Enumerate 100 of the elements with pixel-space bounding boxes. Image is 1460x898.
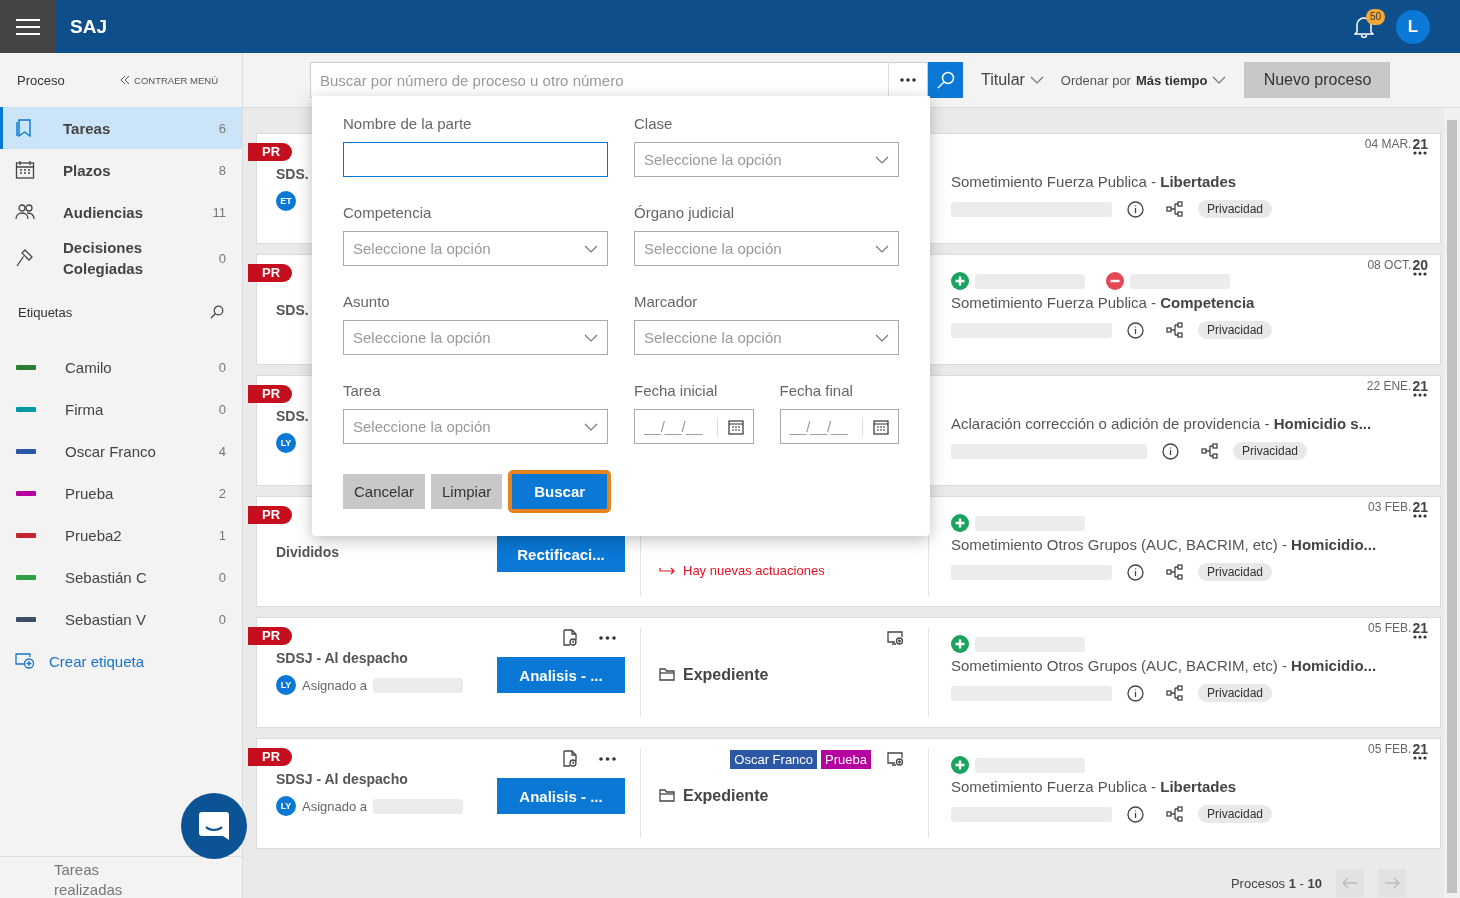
task-button[interactable]: Analisis - ... xyxy=(497,657,625,693)
form-button[interactable]: Cancelar xyxy=(343,474,426,509)
year-text: 21 xyxy=(1412,621,1428,635)
tag-item[interactable]: Sebastián C 0 xyxy=(0,556,242,598)
text-input[interactable] xyxy=(343,142,608,177)
hierarchy-icon[interactable] xyxy=(1166,322,1184,338)
expediente-link[interactable]: Expediente xyxy=(683,786,769,805)
info-icon[interactable] xyxy=(1162,442,1179,460)
plus-circle-icon xyxy=(951,635,969,653)
pr-ribbon: PR xyxy=(248,385,293,403)
task-button[interactable]: Rectificaci... xyxy=(497,536,625,572)
chevron-down-icon xyxy=(584,422,598,431)
process-title: SDS. xyxy=(276,166,309,182)
scrollbar[interactable] xyxy=(1444,108,1460,898)
more-icon[interactable] xyxy=(1413,151,1428,155)
form-button[interactable]: Limpiar xyxy=(431,474,503,509)
owner-filter-dropdown[interactable]: Titular xyxy=(981,71,1044,89)
form-button[interactable]: Buscar xyxy=(508,470,612,513)
plus-circle-icon xyxy=(951,272,969,290)
arrow-right-icon xyxy=(1384,877,1400,889)
search-field[interactable]: Buscar por número de proceso u otro número xyxy=(310,62,888,98)
search-icon xyxy=(936,71,955,89)
more-icon[interactable] xyxy=(599,756,616,761)
info-icon[interactable] xyxy=(1127,321,1144,339)
arrow-left-icon xyxy=(1342,877,1358,889)
field-label: Nombre de la parte xyxy=(343,114,473,134)
more-icon[interactable] xyxy=(1413,272,1428,276)
info-icon[interactable] xyxy=(1127,805,1144,823)
tag-item[interactable]: Prueba2 1 xyxy=(0,514,242,556)
hierarchy-icon[interactable] xyxy=(1166,685,1184,701)
privacy-tag[interactable]: Privacidad xyxy=(1198,805,1273,823)
process-description: Aclaración corrección o adición de providencia - Homicidio s... xyxy=(951,414,1373,434)
alert-text[interactable]: Hay nuevas actuaciones xyxy=(683,563,825,578)
date-text: 05 FEB. xyxy=(1368,742,1412,758)
sidebar-item[interactable]: Decisiones Colegiadas 0 xyxy=(0,233,242,283)
notification-count: 50 xyxy=(1366,8,1386,25)
double-chevron-icon xyxy=(121,76,131,84)
assigned-label: Asignado a xyxy=(302,798,368,814)
document-clock-icon[interactable] xyxy=(563,629,577,646)
new-process-button[interactable]: Nuevo proceso xyxy=(1244,62,1391,98)
more-icon[interactable] xyxy=(1413,514,1428,518)
privacy-tag[interactable]: Privacidad xyxy=(1198,684,1273,702)
monitor-add-icon[interactable] xyxy=(887,752,904,766)
sort-dropdown[interactable]: Ordenar por Más tiempo xyxy=(1060,72,1227,88)
completed-tasks-link[interactable]: Tareas realizadas xyxy=(54,860,134,898)
collapse-menu-link[interactable]: CONTRAER MENÚ xyxy=(121,74,218,86)
monitor-add-icon[interactable] xyxy=(887,631,904,645)
tag-item[interactable]: Sebastian V 0 xyxy=(0,598,242,640)
process-title: SDS. xyxy=(276,301,309,318)
more-icon[interactable] xyxy=(1413,756,1428,760)
pr-ribbon: PR xyxy=(248,143,293,161)
pr-ribbon: PR xyxy=(248,264,293,282)
chevron-down-icon xyxy=(1212,76,1227,84)
privacy-tag[interactable]: Privacidad xyxy=(1233,442,1308,460)
info-icon[interactable] xyxy=(1127,563,1144,581)
pr-ribbon: PR xyxy=(248,627,293,645)
assigned-label: Asignado a xyxy=(302,677,368,693)
date-text: 22 ENE. xyxy=(1366,379,1412,395)
document-clock-icon[interactable] xyxy=(563,750,577,767)
sidebar-item[interactable]: Tareas 6 xyxy=(0,107,242,149)
more-icon[interactable] xyxy=(1413,635,1428,639)
expediente-link[interactable]: Expediente xyxy=(683,665,769,684)
date-text: 04 MAR. xyxy=(1364,137,1412,153)
info-icon[interactable] xyxy=(1127,684,1144,702)
more-icon[interactable] xyxy=(1413,393,1428,397)
people-icon xyxy=(15,203,35,221)
app-logo: SAJ xyxy=(70,15,107,38)
privacy-tag[interactable]: Privacidad xyxy=(1198,563,1273,581)
pagination-label: Procesos 1 - 10 xyxy=(1230,865,1322,898)
year-text: 21 xyxy=(1412,137,1428,151)
chevron-down-icon xyxy=(875,333,889,342)
tag-item[interactable]: Prueba 2 xyxy=(0,472,242,514)
process-title: Divididos xyxy=(276,543,339,560)
hierarchy-icon[interactable] xyxy=(1166,564,1184,580)
sidebar-title: Proceso xyxy=(17,72,65,88)
tag-item[interactable]: Camilo 0 xyxy=(0,346,242,388)
chevron-down-icon xyxy=(1029,76,1044,84)
privacy-tag[interactable]: Privacidad xyxy=(1198,321,1273,339)
hierarchy-icon[interactable] xyxy=(1166,806,1184,822)
search-icon[interactable] xyxy=(210,305,224,319)
sidebar-item[interactable]: Plazos 8 xyxy=(0,149,242,191)
field-label: Fecha inicial xyxy=(634,381,719,401)
process-title: SDSJ - Al despacho xyxy=(276,650,408,666)
hierarchy-icon[interactable] xyxy=(1166,201,1184,217)
privacy-tag[interactable]: Privacidad xyxy=(1198,200,1273,218)
user-avatar: ET xyxy=(276,191,296,211)
more-icon[interactable] xyxy=(599,635,616,640)
create-tag-link[interactable]: Crear etiqueta xyxy=(0,640,242,682)
user-avatar[interactable]: L xyxy=(1396,9,1430,44)
more-button[interactable] xyxy=(888,62,928,98)
menu-button[interactable] xyxy=(0,0,55,53)
sidebar-item[interactable]: Audiencias 11 xyxy=(0,191,242,233)
year-text: 21 xyxy=(1412,500,1428,514)
search-button[interactable] xyxy=(928,62,963,98)
field-label: Asunto xyxy=(343,292,391,312)
info-icon[interactable] xyxy=(1127,200,1144,218)
task-button[interactable]: Analisis - ... xyxy=(497,778,625,814)
hierarchy-icon[interactable] xyxy=(1201,443,1219,459)
tag-item[interactable]: Firma 0 xyxy=(0,388,242,430)
tag-item[interactable]: Oscar Franco 4 xyxy=(0,430,242,472)
